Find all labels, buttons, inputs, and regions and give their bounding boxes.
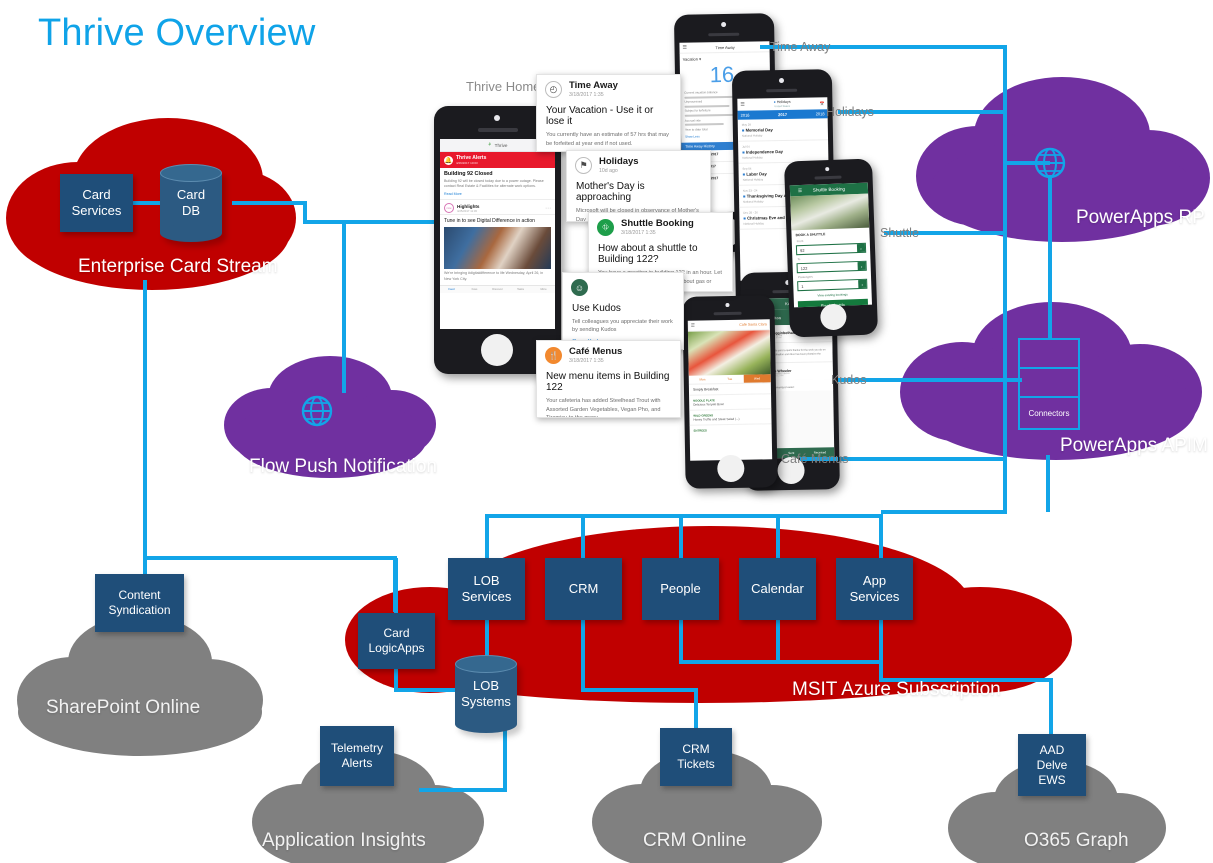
box-calendar[interactable]: Calendar	[739, 558, 816, 620]
db-card-db[interactable]: Card DB	[160, 164, 226, 247]
globe-icon-powerapps-rp	[1034, 147, 1066, 179]
box-app-services[interactable]: App Services	[836, 558, 913, 620]
connectors-stack[interactable]: Connectors	[1018, 338, 1080, 430]
car-icon: ⛗	[597, 219, 614, 237]
bell-icon: ⚑	[575, 157, 592, 175]
box-aad-delve-ews[interactable]: AAD Delve EWS	[1018, 734, 1086, 796]
kudos-icon: ☺	[571, 279, 588, 296]
card-cafe-menus[interactable]: 🍴 Café Menus 3/18/2017 1:35 New menu ite…	[536, 340, 681, 418]
box-crm-tickets[interactable]: CRM Tickets	[660, 728, 732, 786]
card-header: ☺	[563, 273, 683, 298]
card-header: ⚑ Holidays 10d ago	[567, 151, 710, 176]
connector-row[interactable]: Connectors	[1020, 398, 1078, 428]
card-use-kudos[interactable]: ☺ Use Kudos Tell colleagues you apprecia…	[562, 272, 684, 350]
box-content-syndication[interactable]: Content Syndication	[95, 574, 184, 632]
card-time-away[interactable]: ◴ Time Away 3/18/2017 1:35 Your Vacation…	[536, 74, 681, 152]
connectors-label: Connectors	[1028, 408, 1070, 418]
card-header: ◴ Time Away 3/18/2017 1:35	[537, 75, 680, 100]
box-card-logicapps[interactable]: Card LogicApps	[358, 613, 435, 669]
diagram-canvas: Thrive Overview ⚘ Thrive 🔔 Thrive Alerts…	[0, 0, 1213, 863]
db-lob-systems[interactable]: LOB Systems	[455, 655, 521, 738]
connector-row[interactable]	[1020, 369, 1078, 399]
card-body: New menu items in Building 122 Your cafe…	[546, 371, 670, 418]
box-card-services[interactable]: Card Services	[60, 174, 133, 232]
utensils-icon: 🍴	[545, 347, 562, 365]
card-body: Your Vacation - Use it or lose it You cu…	[546, 105, 669, 147]
box-people[interactable]: People	[642, 558, 719, 620]
card-header: 🍴 Café Menus 3/18/2017 1:35	[537, 341, 680, 366]
clock-icon: ◴	[545, 81, 562, 99]
box-telemetry-alerts[interactable]: Telemetry Alerts	[320, 726, 394, 786]
box-crm[interactable]: CRM	[545, 558, 622, 620]
globe-icon-flow-push	[301, 395, 333, 427]
connector-row[interactable]	[1020, 340, 1078, 370]
box-lob-services[interactable]: LOB Services	[448, 558, 525, 620]
card-header: ⛗ Shuttle Booking 3/18/2017 1:35	[589, 213, 732, 238]
